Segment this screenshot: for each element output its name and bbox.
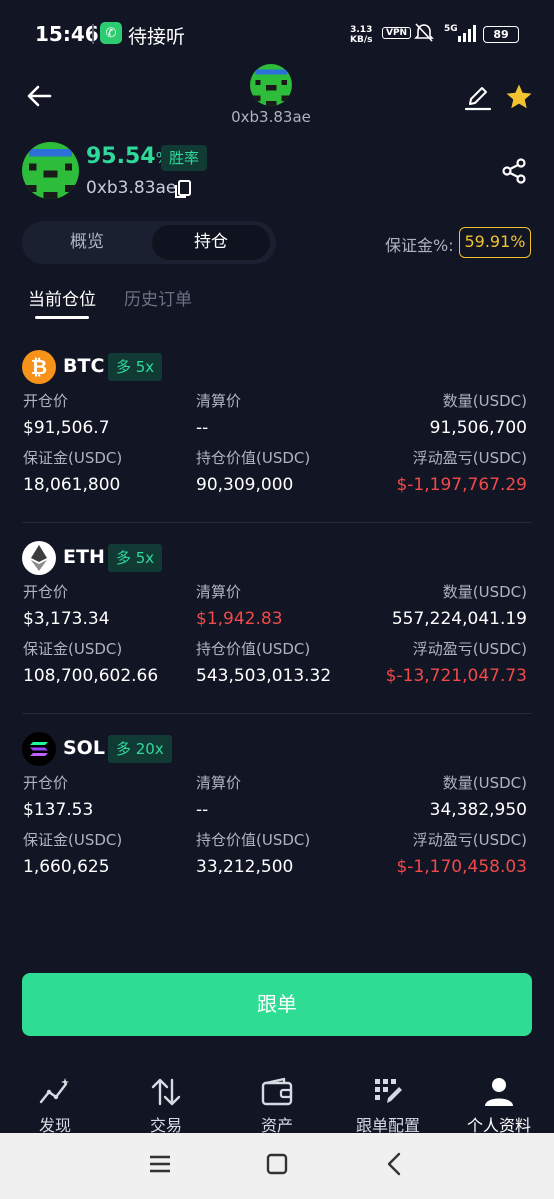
liq-price-label: 清算价 (196, 774, 242, 792)
open-price-label: 开仓价 (23, 774, 69, 792)
open-price-value: $3,173.34 (23, 609, 110, 629)
margin-value: 18,061,800 (23, 475, 121, 495)
margin-ratio-value: 59.91% (459, 227, 531, 258)
leverage-tag: 多 5x (108, 353, 163, 381)
nav-assets[interactable]: 资产 (222, 1076, 332, 1136)
battery-icon: 89 (483, 26, 519, 43)
header-address: 0xb3.83ae (231, 108, 311, 126)
wallet-icon (261, 1077, 293, 1106)
win-rate-badge: 胜率 (161, 145, 208, 171)
header-avatar (250, 64, 292, 106)
margin-ratio-label: 保证金%: (385, 236, 454, 255)
nav-discover[interactable]: 发现 (0, 1076, 110, 1136)
coin-name: SOL (63, 737, 105, 759)
position-card-btc[interactable]: ₿ BTC 多 5x 开仓价 清算价 数量(USDC) $91,506.7 --… (0, 350, 554, 541)
profile-icon (485, 1078, 513, 1106)
net-speed: 3.13 KB/s (350, 25, 372, 45)
qty-value: 557,224,041.19 (391, 609, 527, 629)
card-divider (22, 713, 532, 714)
coin-name: ETH (63, 546, 105, 568)
signal-icon: 5G (444, 22, 478, 48)
view-segment-control: 概览 持仓 (22, 221, 276, 264)
open-price-value: $91,506.7 (23, 418, 110, 438)
discover-chart-icon (39, 1078, 69, 1104)
win-rate-value: 95.54 (86, 144, 156, 169)
net-speed-unit: KB/s (350, 35, 373, 45)
qty-value: 91,506,700 (429, 418, 527, 438)
call-status-text: 待接听 (128, 26, 186, 48)
pnl-label: 浮动盈亏(USDC) (412, 831, 527, 849)
position-value-label: 持仓价值(USDC) (196, 640, 311, 658)
open-price-label: 开仓价 (23, 583, 69, 601)
back-icon[interactable] (382, 1151, 408, 1177)
pnl-label: 浮动盈亏(USDC) (412, 640, 527, 658)
profile-address: 0xb3.83ae (86, 178, 177, 198)
margin-label: 保证金(USDC) (23, 640, 123, 658)
pnl-value: $-1,197,767.29 (396, 475, 527, 495)
leverage-tag: 多 20x (108, 735, 172, 763)
nav-trade[interactable]: 交易 (111, 1076, 221, 1136)
pnl-value: $-1,170,458.03 (396, 857, 527, 877)
copy-config-icon (375, 1079, 402, 1103)
qty-value: 34,382,950 (429, 800, 527, 820)
liq-price-value: -- (196, 800, 209, 820)
subtab-history-orders[interactable]: 历史订单 (124, 285, 192, 310)
position-value: 543,503,013.32 (196, 666, 332, 686)
position-value-label: 持仓价值(USDC) (196, 831, 311, 849)
profile-avatar (22, 142, 79, 199)
coin-name: BTC (63, 355, 105, 377)
mute-icon (414, 22, 434, 47)
subtab-active-indicator (35, 316, 89, 319)
margin-value: 1,660,625 (23, 857, 110, 877)
qty-label: 数量(USDC) (442, 392, 527, 410)
liq-price-value: $1,942.83 (196, 609, 283, 629)
net-speed-value: 3.13 (350, 25, 373, 35)
back-arrow-icon[interactable] (24, 80, 56, 112)
subtab-current-positions[interactable]: 当前仓位 (28, 285, 96, 310)
share-icon[interactable] (500, 157, 528, 185)
pnl-value: $-13,721,047.73 (385, 666, 527, 686)
tab-positions[interactable]: 持仓 (152, 225, 270, 260)
copy-icon[interactable] (172, 178, 194, 200)
status-time: 15:46 (35, 22, 99, 46)
phone-icon: ✆ (100, 22, 122, 44)
liq-price-label: 清算价 (196, 392, 242, 410)
margin-value: 108,700,602.66 (23, 666, 159, 686)
svg-text:₿: ₿ (31, 355, 47, 379)
open-price-label: 开仓价 (23, 392, 69, 410)
position-value: 33,212,500 (196, 857, 294, 877)
qty-label: 数量(USDC) (442, 774, 527, 792)
position-value-label: 持仓价值(USDC) (196, 449, 311, 467)
leverage-tag: 多 5x (108, 544, 163, 572)
signal-type-label: 5G (444, 24, 458, 34)
nav-copy-config[interactable]: 跟单配置 (333, 1076, 443, 1136)
status-bar: 15:46 ✆ 待接听 3.13 KB/s VPN 5G 89 (0, 0, 554, 70)
pnl-label: 浮动盈亏(USDC) (412, 449, 527, 467)
follow-trade-button[interactable]: 跟单 (22, 973, 532, 1036)
favorite-star-icon[interactable] (504, 82, 534, 112)
edit-pencil-icon[interactable] (463, 82, 493, 112)
card-divider (22, 522, 532, 523)
position-value: 90,309,000 (196, 475, 294, 495)
margin-label: 保证金(USDC) (23, 831, 123, 849)
nav-profile[interactable]: 个人资料 (444, 1076, 554, 1136)
home-icon[interactable] (264, 1151, 290, 1177)
liq-price-label: 清算价 (196, 583, 242, 601)
margin-label: 保证金(USDC) (23, 449, 123, 467)
open-price-value: $137.53 (23, 800, 94, 820)
tab-overview[interactable]: 概览 (28, 225, 146, 260)
vpn-icon: VPN (382, 27, 412, 39)
eth-coin-icon (22, 541, 56, 575)
position-card-sol[interactable]: SOL 多 20x 开仓价 清算价 数量(USDC) $137.53 -- 34… (0, 732, 554, 923)
status-divider (92, 24, 94, 44)
qty-label: 数量(USDC) (442, 583, 527, 601)
position-card-eth[interactable]: ETH 多 5x 开仓价 清算价 数量(USDC) $3,173.34 $1,9… (0, 541, 554, 732)
win-rate: 95.54% (86, 144, 170, 169)
trade-arrows-icon (151, 1078, 181, 1106)
sol-coin-icon (22, 732, 56, 766)
btc-coin-icon: ₿ (22, 350, 56, 384)
menu-icon[interactable] (147, 1151, 173, 1177)
liq-price-value: -- (196, 418, 209, 438)
